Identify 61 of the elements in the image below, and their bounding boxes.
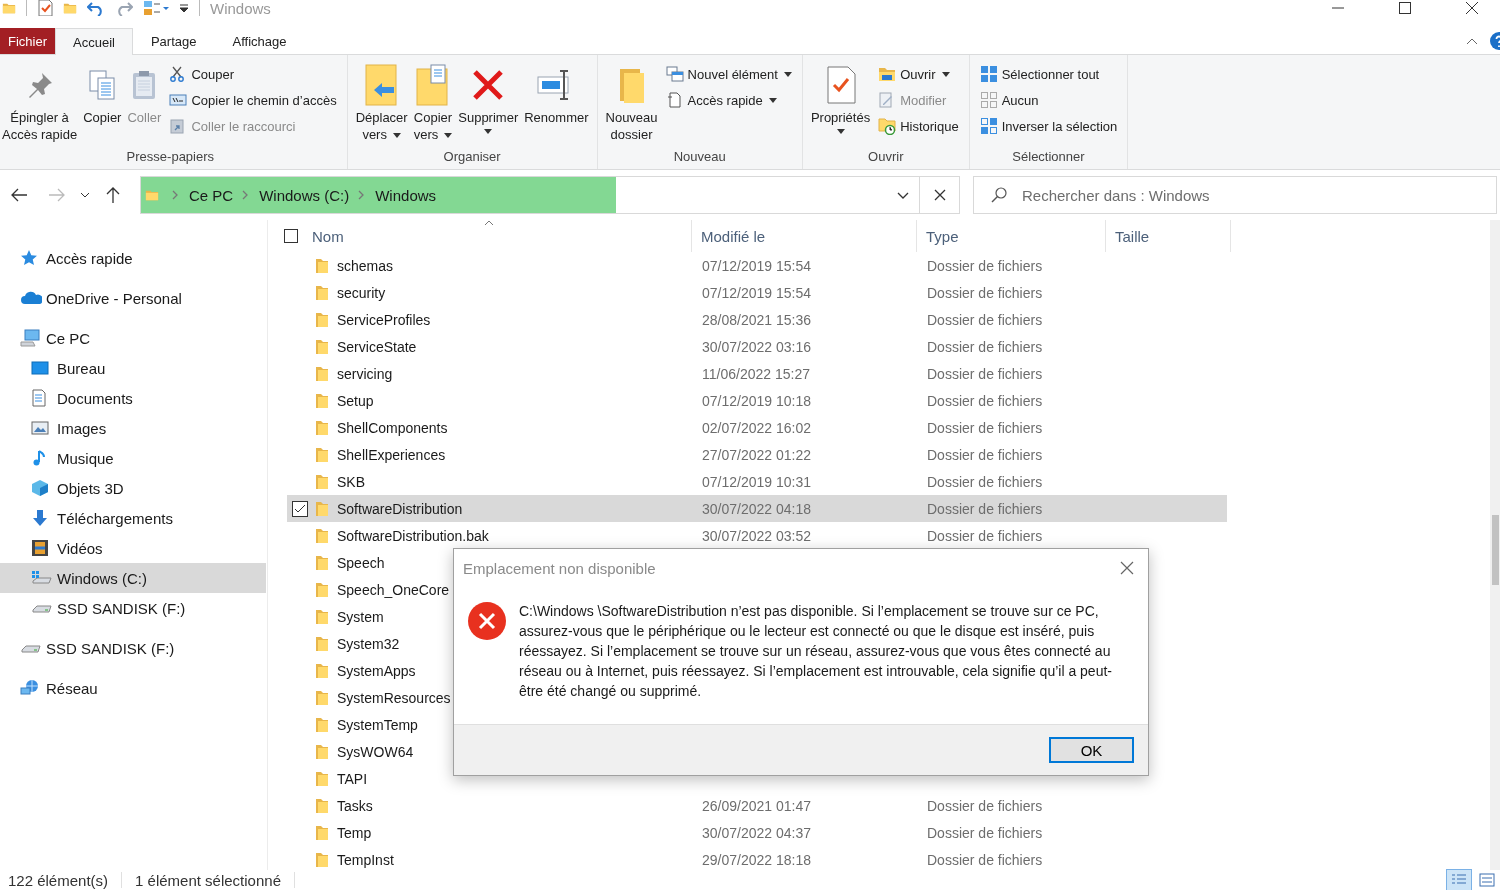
modified-date: 11/06/2022 15:27 [702,365,810,382]
dialog-title: Emplacement non disponible [463,559,656,577]
window-title: Windows [210,0,271,16]
modified-date: 07/12/2019 10:31 [702,473,811,490]
group-label: Presse-papiers [125,149,216,166]
file-type: Dossier de fichiers [927,500,1043,517]
file-type: Dossier de fichiers [927,365,1043,382]
file-name: Temp [337,824,372,841]
file-name: ShellExperiences [337,446,446,463]
file-type: Dossier de fichiers [927,419,1043,436]
modified-date: 02/07/2022 16:02 [702,419,811,436]
modified-date: 28/08/2021 15:36 [702,311,811,328]
file-type: Dossier de fichiers [927,284,1043,301]
modified-date: 30/07/2022 03:52 [702,527,811,544]
file-type: Dossier de fichiers [927,311,1043,328]
file-name: SysWOW64 [337,743,414,760]
file-name: ShellComponents [337,419,448,436]
file-name: security [337,284,386,301]
modified-date: 07/12/2019 10:18 [702,392,811,409]
file-name: Speech_OneCore [337,581,450,598]
modified-date: 07/12/2019 15:54 [702,284,811,301]
file-name: System [337,608,384,625]
group-label: Sélectionner [1011,149,1086,166]
file-type: Dossier de fichiers [927,527,1043,544]
file-type: Dossier de fichiers [927,824,1043,841]
file-name: SoftwareDistribution [337,500,463,517]
modified-date: 29/07/2022 18:18 [702,851,811,868]
modified-date: 26/09/2021 01:47 [702,797,811,814]
modified-date: 30/07/2022 03:16 [702,338,811,355]
group-label: Ouvrir [867,149,905,166]
file-name: schemas [337,257,394,274]
file-type: Dossier de fichiers [927,797,1043,814]
modified-date: 30/07/2022 04:18 [702,500,811,517]
file-name: SKB [337,473,365,490]
file-name: SystemApps [337,662,416,679]
file-name: TempInst [337,851,394,868]
modified-date: 07/12/2019 15:54 [702,257,811,274]
file-name: System32 [337,635,400,652]
file-type: Dossier de fichiers [927,392,1043,409]
file-name: SystemTemp [337,716,418,733]
file-name: servicing [337,365,393,382]
file-type: Dossier de fichiers [927,338,1043,355]
file-type: Dossier de fichiers [927,851,1043,868]
modified-date: 30/07/2022 04:37 [702,824,811,841]
item-count: 122 élément(s) [8,871,109,889]
file-type: Dossier de fichiers [927,473,1043,490]
file-name: SoftwareDistribution.bak [337,527,489,544]
selection-count: 1 élément sélectionné [135,871,281,889]
group-label: Organiser [442,149,502,166]
file-name: ServiceProfiles [337,311,431,328]
file-name: Tasks [337,797,373,814]
file-name: Speech [337,554,385,571]
group-label: Nouveau [672,149,727,166]
file-type: Dossier de fichiers [927,446,1043,463]
file-type: Dossier de fichiers [927,257,1043,274]
file-name: ServiceState [337,338,417,355]
file-name: SystemResources [337,689,451,706]
file-name: Setup [337,392,374,409]
file-name: TAPI [337,770,368,787]
dialog-message: C:\Windows \SoftwareDistribution n’est pas disponible. Si l’emplacement se trouve sur ce PC, assurez-vous que le périphérique ou le lecteur est connecté ou que le disque est inséré, puis réessayez. Si l’emplacement se trouve sur un réseau, assurez-vous que vous êtes connecté au réseau ou à Internet, puis réessayez. Si l’emplacement est introuvable, cela signifie qu’il a peut-être été changé ou supprimé. [519,602,1113,701]
modified-date: 27/07/2022 01:22 [702,446,811,463]
